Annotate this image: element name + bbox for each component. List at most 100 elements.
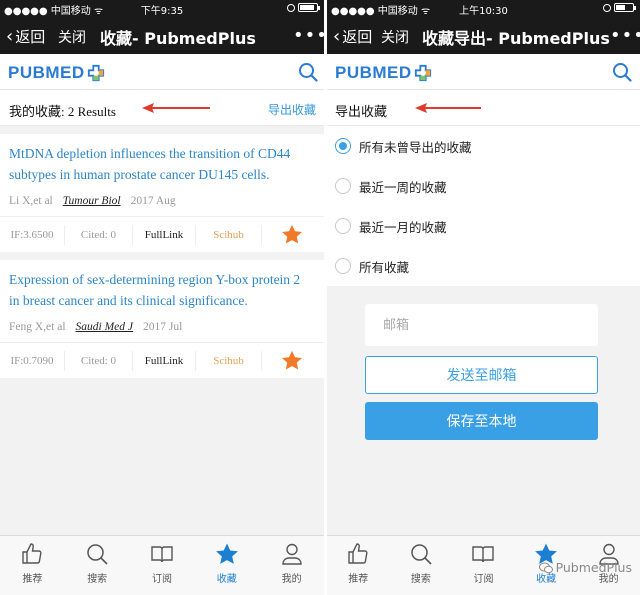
option-label: 所有未曾导出的收藏	[359, 139, 472, 155]
book-icon	[151, 546, 173, 563]
option-unexported[interactable]: 所有未曾导出的收藏	[327, 126, 640, 166]
tab-search[interactable]: 搜索	[390, 536, 453, 595]
pubmed-logo[interactable]: PUBMED	[335, 63, 432, 83]
email-field[interactable]	[365, 304, 598, 346]
back-button[interactable]: ‹ 返回	[333, 26, 372, 47]
page-title: 收藏- PubmedPlus	[100, 29, 256, 48]
radio-button[interactable]	[335, 218, 351, 234]
article-actions: IF:0.7090 Cited: 0 FullLink Scihub	[0, 342, 324, 378]
tab-label: 订阅	[151, 574, 172, 585]
status-time: 下午9:35	[140, 6, 184, 17]
status-bar: ●●●●● 中国移动 ᯤ 上午10:30	[327, 0, 640, 17]
article-card: MtDNA depletion influences the transitio…	[0, 134, 324, 252]
favorites-title: 我的收藏: 2 Results	[9, 104, 116, 119]
article-meta: Li X,et al Tumour Biol 2017 Aug	[0, 186, 324, 216]
option-last-month[interactable]: 最近一月的收藏	[327, 206, 640, 246]
chevron-left-icon: ‹	[333, 26, 341, 47]
scihub-button[interactable]: Scihub	[196, 224, 262, 245]
thumbs-up-icon	[348, 543, 368, 564]
rotation-lock-icon	[287, 3, 295, 12]
watermark-text: PubmedPlus	[555, 560, 632, 575]
page-title: 收藏导出- PubmedPlus	[422, 29, 610, 48]
battery-indicator	[603, 3, 636, 12]
close-button[interactable]: 关闭	[58, 27, 86, 47]
option-all[interactable]: 所有收藏	[327, 246, 640, 286]
export-options: 所有未曾导出的收藏 最近一周的收藏 最近一月的收藏 所有收藏	[327, 126, 640, 286]
export-favorites-link[interactable]: 导出收藏	[268, 101, 316, 118]
radio-button[interactable]	[335, 138, 351, 154]
article-journal[interactable]: Tumour Biol	[63, 195, 121, 207]
option-label: 所有收藏	[359, 259, 410, 275]
back-label: 返回	[15, 28, 46, 46]
search-icon[interactable]	[298, 62, 318, 82]
tab-label: 搜索	[87, 574, 108, 585]
radio-button[interactable]	[335, 258, 351, 274]
favorite-toggle[interactable]	[262, 350, 322, 371]
article-title[interactable]: Expression of sex-determining region Y-b…	[0, 260, 324, 312]
option-label: 最近一周的收藏	[359, 179, 447, 195]
logo-text: PUBMED	[335, 63, 412, 82]
tab-label: 推荐	[22, 574, 43, 585]
nav-bar: ‹ 返回 关闭 收藏- PubmedPlus •••	[0, 17, 324, 54]
rotation-lock-icon	[603, 3, 611, 12]
article-authors: Feng X,et al	[9, 321, 66, 333]
article-date: 2017 Aug	[130, 195, 176, 207]
user-icon	[281, 543, 302, 565]
save-locally-button[interactable]: 保存至本地	[365, 402, 598, 440]
thumbs-up-icon	[22, 543, 42, 564]
tab-recommend[interactable]: 推荐	[327, 536, 390, 595]
option-last-week[interactable]: 最近一周的收藏	[327, 166, 640, 206]
fulllink-button[interactable]: FullLink	[133, 224, 196, 245]
annotation-arrow	[415, 103, 481, 113]
tab-profile[interactable]: 我的	[259, 536, 324, 595]
tab-subscribe[interactable]: 订阅	[452, 536, 515, 595]
search-icon[interactable]	[612, 62, 632, 82]
more-menu-button[interactable]: •••	[610, 25, 640, 46]
tab-label: 我的	[281, 574, 302, 585]
export-title: 导出收藏	[335, 105, 388, 120]
send-to-email-button[interactable]: 发送至邮箱	[365, 356, 598, 394]
impact-factor: IF:0.7090	[0, 350, 65, 371]
plus-logo-icon	[87, 64, 104, 82]
status-time: 上午10:30	[459, 6, 508, 17]
annotation-arrow	[142, 103, 210, 113]
tab-subscribe[interactable]: 订阅	[130, 536, 195, 595]
battery-indicator	[287, 3, 320, 12]
tab-favorites[interactable]: 收藏	[194, 536, 259, 595]
back-label: 返回	[342, 28, 373, 46]
star-icon	[282, 224, 302, 244]
article-meta: Feng X,et al Saudi Med J 2017 Jul	[0, 312, 324, 342]
article-journal[interactable]: Saudi Med J	[76, 321, 133, 333]
fulllink-button[interactable]: FullLink	[133, 350, 196, 371]
more-menu-button[interactable]: •••	[293, 25, 324, 46]
radio-button[interactable]	[335, 178, 351, 194]
article-actions: IF:3.6500 Cited: 0 FullLink Scihub	[0, 216, 324, 252]
watermark: PubmedPlus	[538, 560, 632, 575]
tab-recommend[interactable]: 推荐	[0, 536, 65, 595]
tab-label: 推荐	[348, 574, 369, 585]
brand-bar: PUBMED	[0, 54, 324, 90]
plus-logo-icon	[414, 64, 431, 82]
chevron-left-icon: ‹	[6, 26, 14, 47]
close-button[interactable]: 关闭	[381, 27, 409, 47]
logo-text: PUBMED	[8, 63, 85, 82]
tab-search[interactable]: 搜索	[65, 536, 130, 595]
tab-label: 搜索	[410, 574, 431, 585]
favorites-screen: ●●●●● 中国移动 ᯤ 下午9:35 ‹ 返回 关闭 收藏- PubmedPl…	[0, 0, 324, 595]
back-button[interactable]: ‹ 返回	[6, 26, 45, 47]
article-date: 2017 Jul	[143, 321, 183, 333]
impact-factor: IF:3.6500	[0, 224, 65, 245]
battery-icon	[614, 3, 636, 12]
scihub-button[interactable]: Scihub	[196, 350, 262, 371]
star-icon	[215, 543, 238, 564]
pubmed-logo[interactable]: PUBMED	[8, 63, 105, 83]
option-label: 最近一月的收藏	[359, 219, 447, 235]
article-title[interactable]: MtDNA depletion influences the transitio…	[0, 134, 324, 186]
export-header: 导出收藏	[327, 90, 640, 126]
search-icon	[87, 544, 108, 565]
favorites-header: 我的收藏: 2 Results 导出收藏	[0, 90, 324, 126]
wechat-icon	[538, 562, 553, 573]
battery-icon	[298, 3, 320, 12]
favorite-toggle[interactable]	[262, 224, 322, 245]
article-card: Expression of sex-determining region Y-b…	[0, 260, 324, 378]
